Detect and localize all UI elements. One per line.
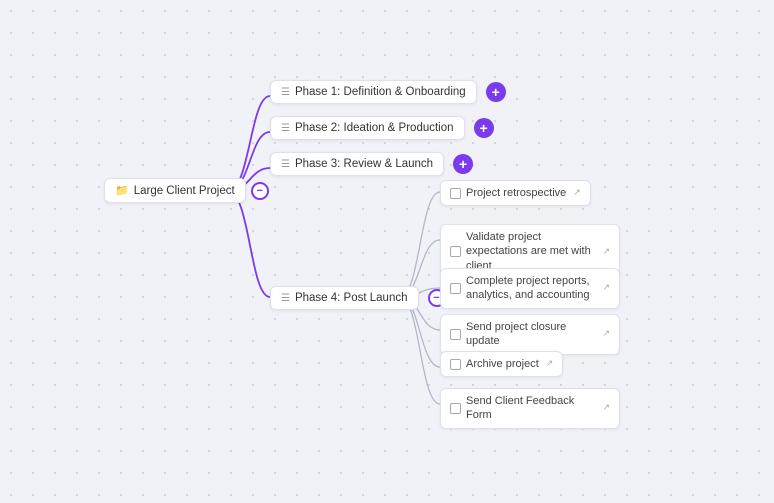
phase-1-box: ☰ Phase 1: Definition & Onboarding (270, 80, 477, 104)
task-6-node[interactable]: Send Client Feedback Form ↗ (440, 388, 620, 429)
task-3-expand-icon[interactable]: ↗ (602, 282, 610, 294)
task-5-label: Archive project (466, 357, 539, 371)
phase-icon: ☰ (281, 293, 290, 304)
folder-icon: 📁 (115, 184, 129, 197)
phase-4-node[interactable]: ☰ Phase 4: Post Launch − (270, 286, 446, 310)
task-6-label: Send Client Feedback Form (466, 394, 595, 423)
phase-3-node[interactable]: ☰ Phase 3: Review & Launch + (270, 152, 473, 176)
phase-2-box: ☰ Phase 2: Ideation & Production (270, 116, 465, 140)
phase-1-label: Phase 1: Definition & Onboarding (295, 86, 466, 98)
task-1-box: Project retrospective ↗ (440, 180, 591, 206)
phase-4-label: Phase 4: Post Launch (295, 292, 408, 304)
task-4-label: Send project closure update (466, 320, 595, 349)
task-5-box: Archive project ↗ (440, 351, 563, 377)
task-6-checkbox[interactable] (450, 403, 461, 414)
phase-icon: ☰ (281, 123, 290, 134)
task-4-expand-icon[interactable]: ↗ (602, 328, 610, 340)
task-4-box: Send project closure update ↗ (440, 314, 620, 355)
task-3-box: Complete project reports, analytics, and… (440, 268, 620, 309)
root-collapse-btn[interactable]: − (251, 182, 269, 200)
task-4-node[interactable]: Send project closure update ↗ (440, 314, 620, 355)
task-5-checkbox[interactable] (450, 359, 461, 370)
phase-1-node[interactable]: ☰ Phase 1: Definition & Onboarding + (270, 80, 506, 104)
task-6-expand-icon[interactable]: ↗ (602, 402, 610, 414)
phase-1-add-btn[interactable]: + (486, 82, 506, 102)
phase-icon: ☰ (281, 159, 290, 170)
task-1-label: Project retrospective (466, 186, 566, 200)
root-node[interactable]: 📁 Large Client Project − (104, 178, 269, 203)
task-3-checkbox[interactable] (450, 283, 461, 294)
task-5-expand-icon[interactable]: ↗ (546, 358, 554, 370)
phase-2-label: Phase 2: Ideation & Production (295, 122, 454, 134)
task-3-node[interactable]: Complete project reports, analytics, and… (440, 268, 620, 309)
phase-icon: ☰ (281, 87, 290, 98)
task-1-expand-icon[interactable]: ↗ (573, 187, 581, 199)
task-5-node[interactable]: Archive project ↗ (440, 351, 563, 377)
phase-2-node[interactable]: ☰ Phase 2: Ideation & Production + (270, 116, 494, 140)
phase-3-box: ☰ Phase 3: Review & Launch (270, 152, 444, 176)
task-6-box: Send Client Feedback Form ↗ (440, 388, 620, 429)
task-2-checkbox[interactable] (450, 246, 461, 257)
task-1-node[interactable]: Project retrospective ↗ (440, 180, 591, 206)
phase-2-add-btn[interactable]: + (474, 118, 494, 138)
phase-3-add-btn[interactable]: + (453, 154, 473, 174)
phase-3-label: Phase 3: Review & Launch (295, 158, 433, 170)
task-2-expand-icon[interactable]: ↗ (602, 246, 610, 258)
root-node-box: 📁 Large Client Project (104, 178, 246, 203)
task-1-checkbox[interactable] (450, 188, 461, 199)
task-3-label: Complete project reports, analytics, and… (466, 274, 595, 303)
root-label: Large Client Project (134, 185, 235, 197)
phase-4-box: ☰ Phase 4: Post Launch (270, 286, 419, 310)
task-4-checkbox[interactable] (450, 329, 461, 340)
task-2-label: Validate project expectations are met wi… (466, 230, 595, 273)
